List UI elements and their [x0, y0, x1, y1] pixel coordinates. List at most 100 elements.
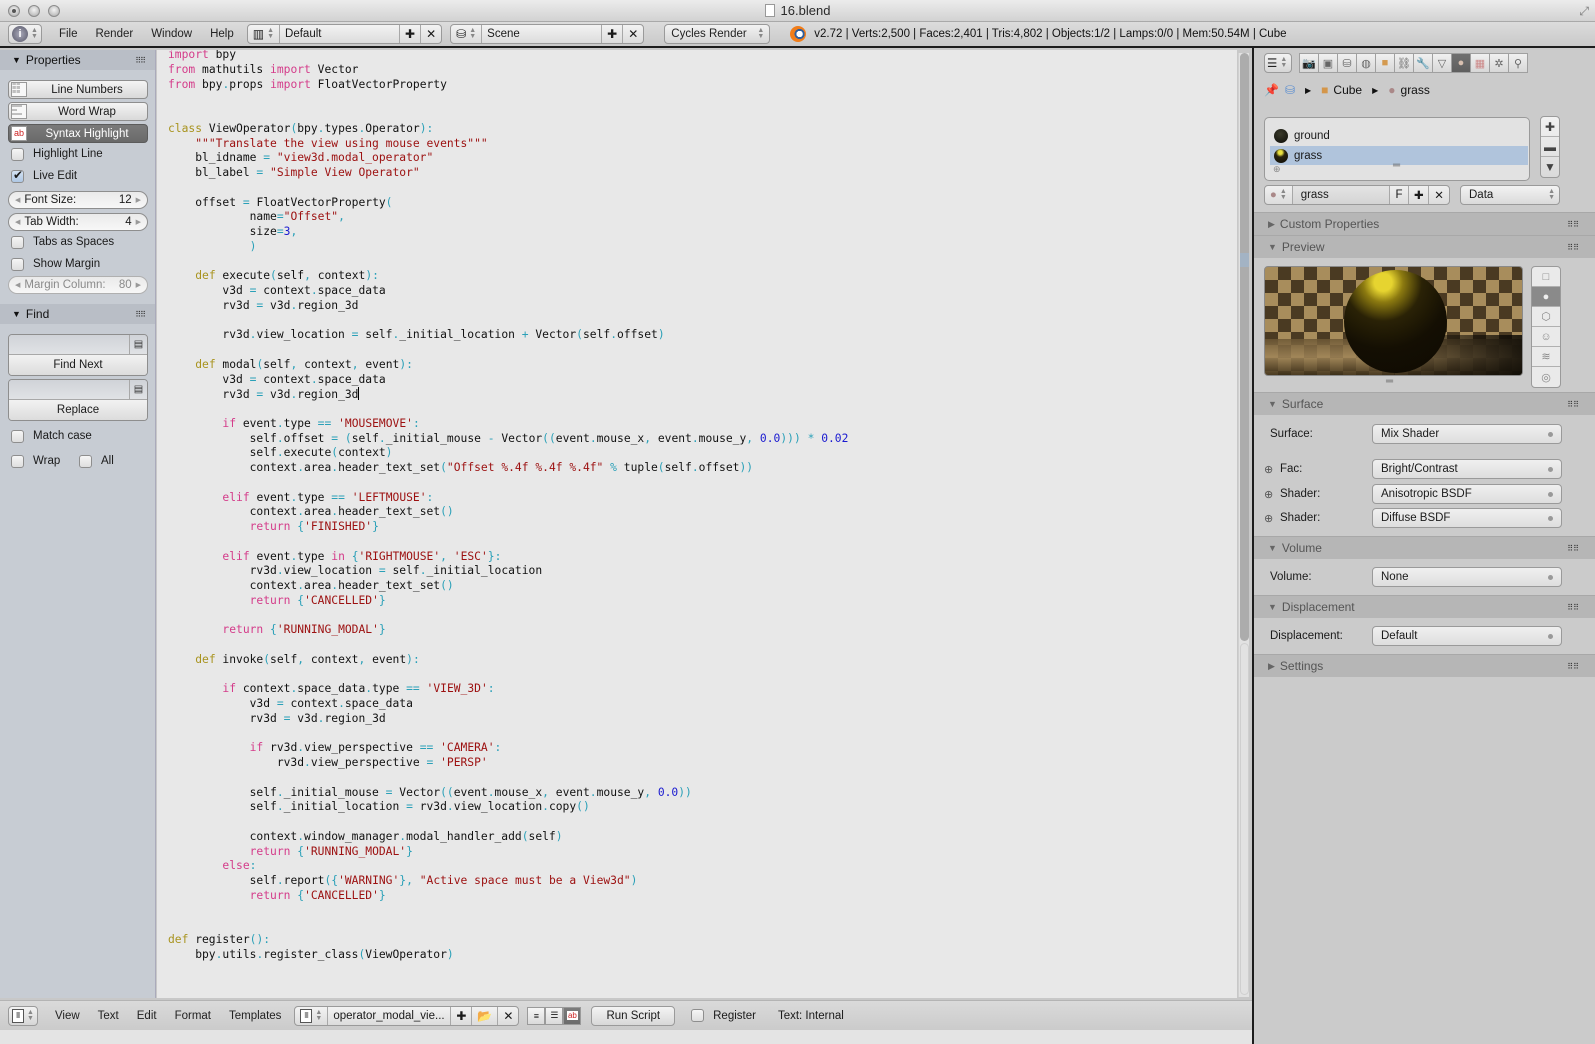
preview-header[interactable]: ▼ Preview ⠿⠿	[1254, 235, 1595, 258]
register-checkbox[interactable]	[691, 1009, 705, 1022]
menu-templates[interactable]: Templates	[220, 1010, 290, 1022]
code-line[interactable]: self.offset = (self._initial_mouse - Vec…	[168, 432, 849, 447]
editor-type-selector[interactable]: °°° ≡ ≡ ▲ ▼	[8, 1005, 38, 1026]
code-line[interactable]: def execute(self, context):	[168, 269, 848, 284]
material-datablock[interactable]: ● ▲ ▼ grass F ✚ ✕	[1264, 185, 1450, 205]
highlight-line-checkbox[interactable]: Highlight Line	[0, 143, 155, 165]
add-screen-icon[interactable]: ✚	[400, 25, 422, 43]
code-line[interactable]: class ViewOperator(bpy.types.Operator):	[168, 122, 848, 137]
live-edit-checkbox[interactable]: Live Edit	[0, 165, 155, 187]
code-line[interactable]	[168, 668, 848, 683]
scene-icon[interactable]: ⛁ ▲ ▼	[451, 25, 483, 43]
screen-layout-name[interactable]: Default	[280, 25, 401, 43]
replace-button[interactable]: Replace	[9, 400, 147, 420]
code-line[interactable]: else:	[168, 859, 848, 874]
code-line[interactable]: rv3d.view_perspective = 'PERSP'	[168, 756, 848, 771]
code-line[interactable]: offset = FloatVectorProperty(	[168, 196, 848, 211]
checkbox[interactable]	[11, 429, 24, 443]
material-slot-list[interactable]: ground grass ⊕ ═	[1264, 117, 1530, 181]
new-material-icon[interactable]: ✚	[1409, 186, 1430, 204]
code-line[interactable]	[168, 638, 848, 653]
code-line[interactable]	[168, 904, 848, 919]
code-line[interactable]: self._initial_location = rv3d.view_locat…	[168, 800, 848, 815]
drag-grip-icon[interactable]: ⠿⠿	[1567, 544, 1579, 553]
code-line[interactable]: v3d = context.space_data	[157, 372, 1237, 388]
editor-scrollbar[interactable]	[1238, 53, 1249, 997]
text-block-selector[interactable]: °°° ≡ ≡ ▲ ▼ operator_modal_vie... ✚ 📂 ✕	[294, 1005, 520, 1026]
menu-help[interactable]: Help	[201, 28, 243, 40]
material-browse-icon[interactable]: ● ▲ ▼	[1265, 186, 1293, 204]
text-editor[interactable]: import bpy from mathutils import Vector fr…	[157, 50, 1237, 998]
code-line[interactable]: self._initial_mouse = Vector((event.mous…	[168, 786, 848, 801]
shader2-selector[interactable]: Diffuse BSDF	[1372, 508, 1562, 528]
fake-user-button[interactable]: F	[1390, 186, 1410, 204]
render-layers-tab-icon[interactable]: ▣	[1318, 53, 1338, 73]
settings-header[interactable]: ▶ Settings ⠿⠿	[1254, 654, 1595, 677]
run-script-button[interactable]: Run Script	[591, 1005, 676, 1026]
code-line[interactable]	[168, 402, 848, 417]
show-margin-checkbox[interactable]: Show Margin	[0, 253, 155, 275]
scrollbar-thumb[interactable]	[1240, 53, 1249, 641]
checkbox[interactable]	[11, 147, 24, 161]
code-line[interactable]: v3d = context.space_data	[168, 284, 848, 299]
code-line[interactable]	[168, 727, 848, 742]
code-area[interactable]: import bpy from mathutils import Vector fr…	[157, 50, 1237, 963]
code-line[interactable]	[168, 476, 848, 491]
scrollbar-track[interactable]	[1240, 643, 1249, 995]
code-line[interactable]: name="Offset",	[168, 210, 848, 225]
code-line[interactable]: if context.space_data.type == 'VIEW_3D':	[168, 682, 848, 697]
drag-grip-icon[interactable]: ⠿⠿	[1567, 220, 1579, 229]
world-tab-icon[interactable]: ◍	[1356, 53, 1376, 73]
code-line[interactable]: def register():	[168, 933, 848, 948]
screen-layout-selector[interactable]: ▥ ▲ ▼ Default ✚ ✕	[246, 24, 443, 44]
code-line[interactable]: return {'CANCELLED'}	[168, 594, 848, 609]
unlink-text-icon[interactable]: ✕	[498, 1007, 518, 1025]
menu-edit[interactable]: Edit	[128, 1010, 166, 1022]
drag-grip-icon[interactable]: ⠿⠿	[1567, 243, 1579, 252]
texture-tab-icon[interactable]: ▦	[1470, 53, 1490, 73]
code-line[interactable]: from bpy.props import FloatVectorPropert…	[168, 78, 848, 93]
code-line[interactable]	[168, 255, 848, 270]
scene-selector[interactable]: ⛁ ▲ ▼ Scene ✚ ✕	[450, 24, 645, 44]
physics-tab-icon[interactable]: ⚲	[1508, 53, 1528, 73]
code-line[interactable]: if rv3d.view_perspective == 'CAMERA':	[168, 741, 848, 756]
code-line[interactable]	[168, 92, 848, 107]
menu-view[interactable]: View	[46, 1010, 89, 1022]
code-line[interactable]: )	[168, 240, 848, 255]
code-line[interactable]: size=3,	[168, 225, 848, 240]
font-size-field[interactable]: ◀ Font Size: 12 ▶	[8, 191, 148, 209]
preview-sphere-icon[interactable]: ●	[1532, 287, 1560, 307]
menu-text[interactable]: Text	[89, 1010, 128, 1022]
wrap-checkbox[interactable]	[11, 454, 24, 468]
code-line[interactable]: from mathutils import Vector	[168, 63, 848, 78]
text-block-name[interactable]: operator_modal_vie...	[328, 1006, 452, 1025]
code-line[interactable]: rv3d = v3d.region_3d	[168, 712, 848, 727]
fac-input-selector[interactable]: Bright/Contrast	[1372, 459, 1562, 479]
code-line[interactable]: bl_label = "Simple View Operator"	[168, 166, 848, 181]
code-line[interactable]: self.execute(context)	[168, 446, 848, 461]
add-slot-icon[interactable]: ✚	[1541, 117, 1559, 137]
drag-grip-icon[interactable]: ⠿⠿	[1567, 400, 1579, 409]
delete-screen-icon[interactable]: ✕	[421, 25, 441, 43]
code-line[interactable]: context.area.header_text_set("Offset %.4…	[168, 461, 848, 476]
code-line[interactable]	[168, 771, 848, 786]
code-line[interactable]	[168, 181, 848, 196]
custom-properties-header[interactable]: ▶ Custom Properties ⠿⠿	[1254, 212, 1595, 235]
code-line[interactable]: rv3d = v3d.region_3d	[157, 387, 848, 402]
expand-plus-icon[interactable]: ⊕	[1264, 488, 1273, 501]
data-tab-icon[interactable]: ▽	[1432, 53, 1452, 73]
menu-file[interactable]: File	[50, 28, 87, 40]
expand-plus-icon[interactable]: ⊕	[1264, 512, 1273, 525]
menu-render[interactable]: Render	[86, 28, 142, 40]
all-checkbox[interactable]	[79, 454, 92, 468]
word-wrap-toggle[interactable]: ══ ═ ══ Word Wrap	[8, 102, 148, 121]
drag-grip-icon[interactable]: ⠿⠿	[135, 56, 146, 65]
properties-panel-header[interactable]: ▼ Properties ⠿⠿	[0, 50, 155, 70]
resize-handle-icon[interactable]: ═	[1386, 376, 1393, 387]
material-slot[interactable]: ground	[1270, 126, 1528, 145]
material-name-field[interactable]: grass	[1292, 186, 1390, 204]
remove-slot-icon[interactable]: ▬	[1541, 137, 1559, 157]
editor-type-selector[interactable]: i ▲ ▼	[8, 24, 42, 44]
unlink-material-icon[interactable]: ✕	[1429, 186, 1449, 204]
drag-grip-icon[interactable]: ⠿⠿	[135, 310, 146, 319]
